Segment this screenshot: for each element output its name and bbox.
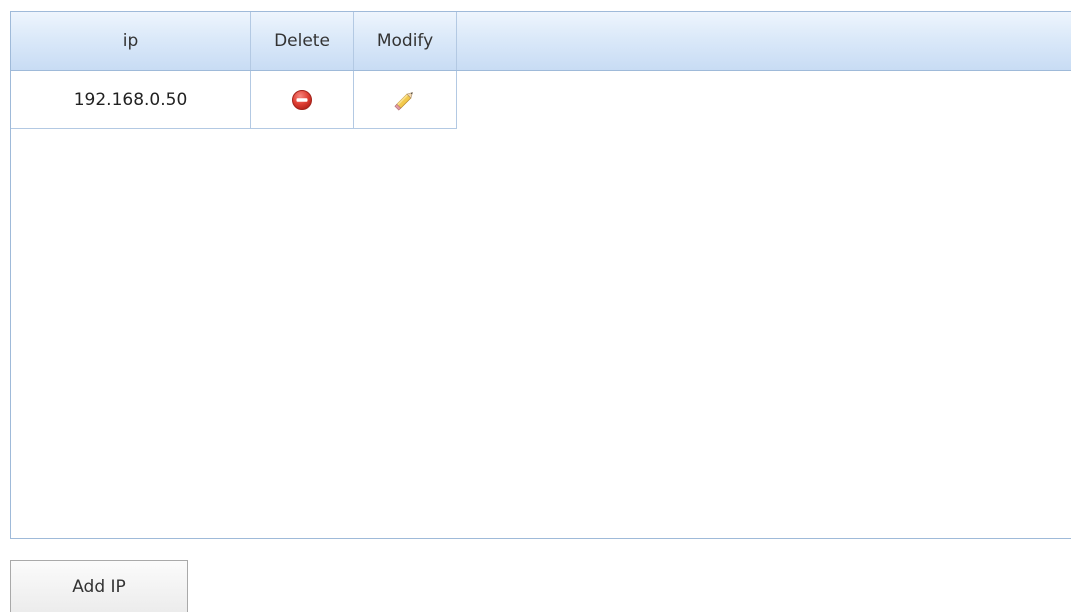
column-header-modify[interactable]: Modify: [354, 12, 457, 70]
delete-cell: [251, 71, 354, 128]
modify-button[interactable]: [393, 88, 417, 112]
column-header-delete[interactable]: Delete: [251, 12, 354, 70]
column-header-ip[interactable]: ip: [11, 12, 251, 70]
ip-grid: ip Delete Modify 192.168.0.50: [10, 11, 1071, 539]
grid-header: ip Delete Modify: [11, 12, 1071, 71]
table-row: 192.168.0.50: [11, 71, 457, 129]
ip-cell: 192.168.0.50: [11, 71, 251, 128]
delete-minus-icon: [292, 89, 312, 110]
pencil-icon: [394, 91, 413, 111]
modify-cell: [354, 71, 457, 128]
add-ip-button[interactable]: Add IP: [10, 560, 188, 612]
delete-button[interactable]: [290, 88, 314, 112]
